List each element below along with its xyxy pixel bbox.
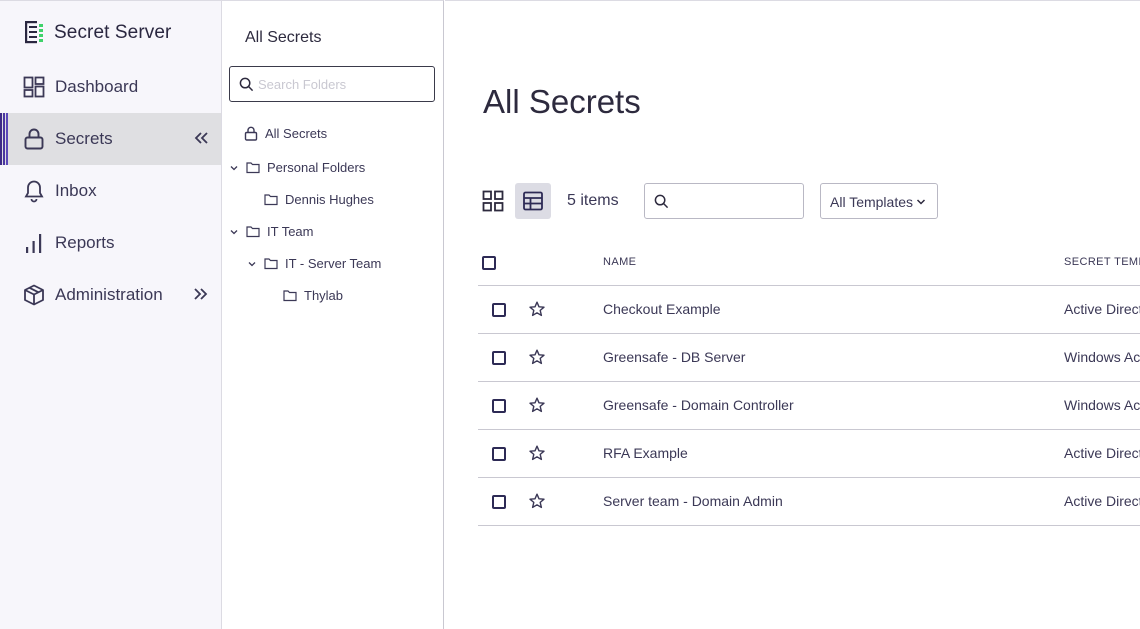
tree-item-label: IT Team (267, 224, 314, 239)
chevron-down-icon[interactable] (229, 227, 239, 237)
tree-item-personal-folders[interactable]: Personal Folders (229, 160, 365, 175)
tree-item-it-team[interactable]: IT Team (229, 224, 313, 239)
chevron-down-icon[interactable] (247, 259, 257, 269)
tree-item-label: Personal Folders (267, 160, 366, 175)
secret-search-box[interactable] (644, 183, 804, 219)
search-icon (654, 194, 669, 209)
nav-item-label: Dashboard (55, 77, 139, 96)
tree-item-dennis-hughes[interactable]: Dennis Hughes (264, 192, 374, 207)
column-header-secret-template[interactable]: SECRET TEMPLATE (1064, 256, 1140, 268)
folder-icon (246, 162, 260, 174)
secret-name[interactable]: Checkout Example (603, 301, 721, 317)
secret-server-logo-icon (25, 21, 43, 44)
tree-item-it-server-team[interactable]: IT - Server Team (247, 256, 381, 271)
nav-item-label: Secrets (55, 129, 113, 148)
folder-panel-title: All Secrets (245, 29, 322, 46)
page-title: All Secrets (483, 83, 641, 120)
nav-item-label: Administration (55, 285, 163, 304)
folder-panel: All Secrets All Secrets Personal Folders… (222, 0, 444, 629)
secret-name[interactable]: RFA Example (603, 445, 688, 461)
secret-search-input[interactable] (675, 192, 795, 212)
chevron-down-icon (916, 199, 926, 205)
lock-icon (24, 128, 44, 150)
secret-template: Active Directory Account (1064, 445, 1140, 461)
folder-search-box[interactable] (229, 66, 435, 102)
secret-template: Active Directory Account (1064, 301, 1140, 317)
active-indicator (0, 113, 12, 165)
star-icon[interactable] (529, 349, 545, 365)
column-header-name[interactable]: NAME (603, 256, 636, 268)
collapse-chevrons-icon[interactable] (192, 129, 210, 147)
row-checkbox[interactable] (492, 303, 506, 317)
search-icon (239, 77, 254, 92)
tree-item-label: IT - Server Team (285, 256, 382, 271)
tree-item-all-secrets[interactable]: All Secrets (244, 126, 327, 141)
nav-item-reports[interactable]: Reports (0, 217, 221, 269)
table-row[interactable]: Greensafe - Domain Controller Windows Ac… (478, 382, 1140, 430)
row-checkbox[interactable] (492, 351, 506, 365)
secret-template: Windows Account (1064, 397, 1140, 413)
star-icon[interactable] (529, 301, 545, 317)
table-row[interactable]: RFA Example Active Directory Account (478, 430, 1140, 478)
row-checkbox[interactable] (492, 447, 506, 461)
select-all-checkbox[interactable] (482, 256, 496, 270)
grid-view-icon (482, 190, 504, 212)
nav-item-label: Inbox (55, 181, 97, 200)
table-header: NAME SECRET TEMPLATE (478, 239, 1140, 286)
dashboard-icon (23, 76, 45, 98)
folder-icon (264, 194, 278, 206)
cube-icon (24, 284, 44, 306)
tree-item-label: Dennis Hughes (285, 192, 374, 207)
row-checkbox[interactable] (492, 495, 506, 509)
grid-view-button[interactable] (475, 183, 511, 219)
brand[interactable]: Secret Server (22, 19, 171, 47)
expand-chevrons-icon[interactable] (192, 285, 210, 303)
table-row[interactable]: Server team - Domain Admin Active Direct… (478, 478, 1140, 526)
tree-item-label: All Secrets (265, 126, 328, 141)
folder-icon (264, 258, 278, 270)
secret-name[interactable]: Server team - Domain Admin (603, 493, 783, 509)
star-icon[interactable] (529, 397, 545, 413)
table-row[interactable]: Greensafe - DB Server Windows Account (478, 334, 1140, 382)
secret-template: Active Directory Account (1064, 493, 1140, 509)
folder-search-input[interactable] (258, 74, 428, 94)
nav-item-label: Reports (55, 233, 115, 252)
tree-item-label: Thylab (304, 288, 344, 303)
table-view-icon (523, 191, 543, 211)
secret-template: Windows Account (1064, 349, 1140, 365)
folder-icon (283, 290, 297, 302)
folder-icon (246, 226, 260, 238)
table-view-button[interactable] (515, 183, 551, 219)
nav-item-inbox[interactable]: Inbox (0, 165, 221, 217)
lock-icon (244, 126, 258, 141)
main-navigation: Secret Server Dashboard Secrets Inbox Re… (0, 0, 222, 629)
star-icon[interactable] (529, 445, 545, 461)
row-checkbox[interactable] (492, 399, 506, 413)
tree-item-thylab[interactable]: Thylab (283, 288, 343, 303)
nav-item-administration[interactable]: Administration (0, 269, 221, 321)
template-filter-dropdown[interactable]: All Templates (820, 183, 938, 219)
nav-item-secrets[interactable]: Secrets (0, 113, 221, 165)
bell-icon (24, 180, 44, 203)
star-icon[interactable] (529, 493, 545, 509)
bar-chart-icon (26, 234, 42, 253)
secret-name[interactable]: Greensafe - DB Server (603, 349, 745, 365)
template-filter-value: All Templates (830, 194, 914, 210)
app-name: Secret Server (54, 22, 172, 43)
nav-item-dashboard[interactable]: Dashboard (0, 61, 221, 113)
item-count: 5 items (567, 192, 619, 209)
chevron-down-icon[interactable] (229, 163, 239, 173)
table-row[interactable]: Checkout Example Active Directory Accoun… (478, 286, 1140, 334)
secret-name[interactable]: Greensafe - Domain Controller (603, 397, 794, 413)
main-content: All Secrets 5 items All Templates NAME S… (445, 0, 1140, 629)
